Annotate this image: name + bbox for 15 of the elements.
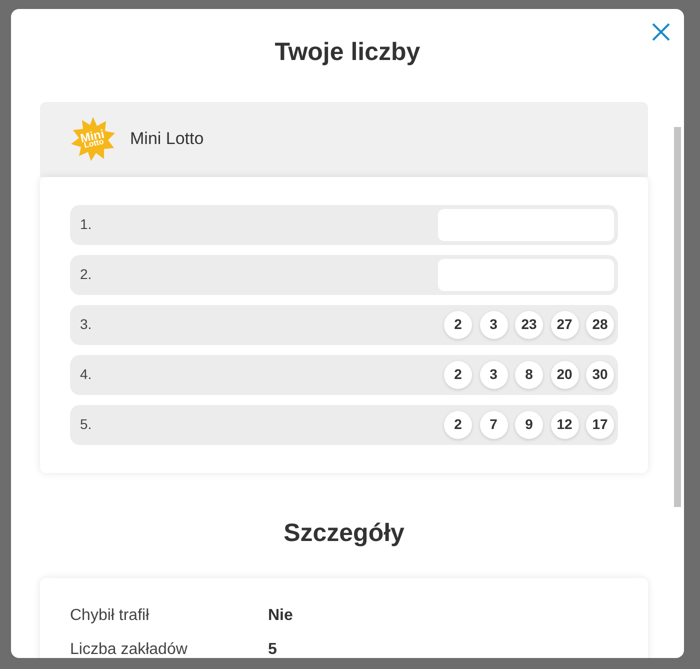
section-title: Szczegóły <box>284 518 404 548</box>
scrollbar-thumb[interactable] <box>674 127 681 507</box>
bet-label: 2. <box>80 265 92 284</box>
detail-label: Chybił trafił <box>70 606 150 626</box>
detail-value: 5 <box>268 640 277 658</box>
detail-label: Liczba zakładów <box>70 640 188 658</box>
bet-label: 1. <box>80 215 92 234</box>
bet-label: 3. <box>80 315 92 334</box>
bet-label: 4. <box>80 365 92 384</box>
logo-text: Mini <box>80 128 106 144</box>
close-icon[interactable] <box>650 21 672 43</box>
dialog-title: Twoje liczby <box>274 37 420 68</box>
bet-label: 5. <box>80 415 92 434</box>
detail-value: Nie <box>268 606 293 626</box>
game-name: Mini Lotto <box>130 128 204 150</box>
